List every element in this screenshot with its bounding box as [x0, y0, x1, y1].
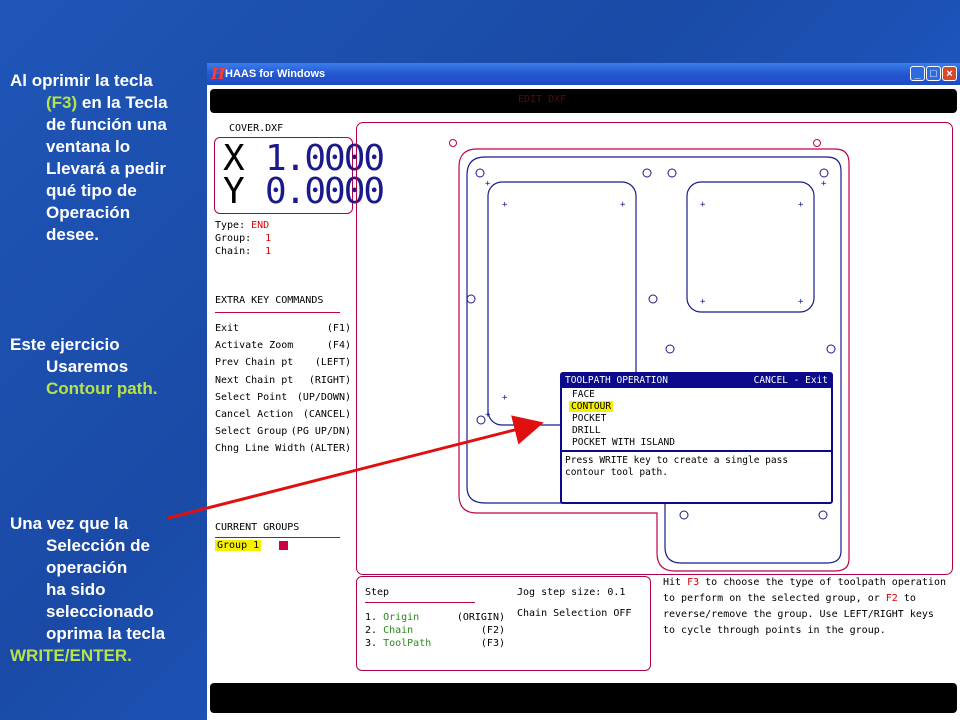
arrow-line: [167, 415, 544, 520]
annotation-arrow: [167, 415, 544, 520]
